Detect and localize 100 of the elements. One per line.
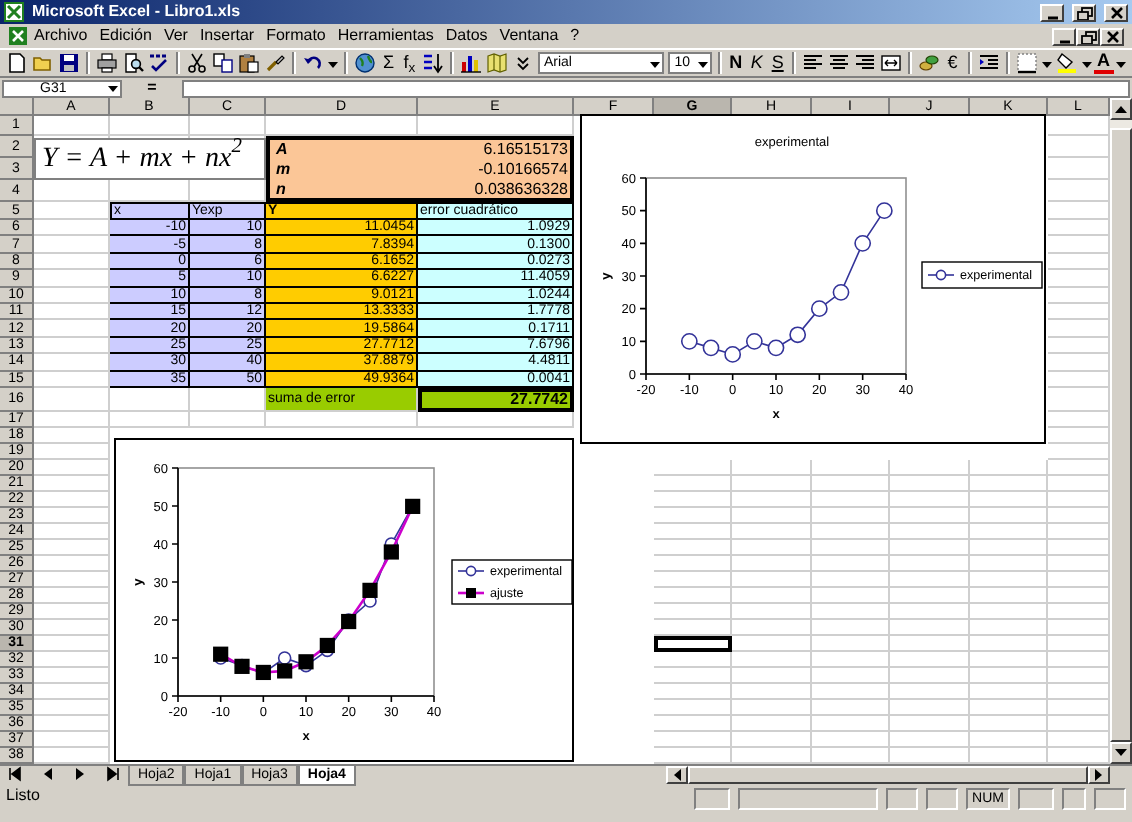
- menu-item[interactable]: Datos: [439, 24, 494, 48]
- empty-cell[interactable]: [732, 507, 812, 524]
- restore-button[interactable]: [1076, 27, 1100, 45]
- print-preview-icon[interactable]: [122, 52, 144, 74]
- empty-cell[interactable]: [812, 699, 890, 716]
- coins-icon[interactable]: [918, 52, 941, 74]
- empty-cell[interactable]: [654, 619, 732, 636]
- caret-icon[interactable]: [1114, 57, 1129, 69]
- menu-item[interactable]: Edición: [93, 24, 158, 48]
- empty-cell[interactable]: [890, 731, 970, 748]
- empty-cell[interactable]: [970, 491, 1048, 508]
- empty-cell[interactable]: [654, 747, 732, 764]
- empty-cell[interactable]: [890, 667, 970, 684]
- empty-cell[interactable]: [732, 747, 812, 764]
- empty-cell[interactable]: [732, 699, 812, 716]
- empty-cell[interactable]: [812, 587, 890, 604]
- empty-cell[interactable]: [732, 603, 812, 620]
- empty-cell[interactable]: [970, 459, 1048, 476]
- empty-cell[interactable]: [890, 571, 970, 588]
- toolbar-button[interactable]: f$_{x}$: [398, 52, 420, 74]
- toolbar-button[interactable]: €: [942, 52, 964, 74]
- empty-cell[interactable]: [812, 731, 890, 748]
- menu-item[interactable]: Herramientas: [331, 24, 440, 48]
- clipboard-icon[interactable]: [238, 52, 260, 74]
- menu-item[interactable]: Ver: [157, 24, 194, 48]
- empty-cell[interactable]: [970, 731, 1048, 748]
- menu-item[interactable]: Formato: [260, 24, 332, 48]
- scroll-left-button[interactable]: [666, 766, 688, 784]
- empty-cell[interactable]: [654, 587, 732, 604]
- empty-cell[interactable]: [812, 603, 890, 620]
- first-sheet-icon[interactable]: [8, 766, 24, 782]
- empty-cell[interactable]: [418, 411, 574, 428]
- empty-cell[interactable]: [970, 651, 1048, 668]
- empty-cell[interactable]: [812, 491, 890, 508]
- empty-cell[interactable]: [970, 699, 1048, 716]
- align-center-icon[interactable]: [828, 52, 851, 74]
- empty-cell[interactable]: [654, 491, 732, 508]
- formula-input-field[interactable]: [182, 79, 1130, 97]
- empty-cell[interactable]: [970, 475, 1048, 492]
- close-button[interactable]: [1100, 27, 1124, 45]
- empty-cell[interactable]: [812, 523, 890, 540]
- empty-cell[interactable]: [732, 587, 812, 604]
- empty-cell[interactable]: [654, 731, 732, 748]
- more-options-icon[interactable]: [511, 52, 534, 74]
- empty-cell[interactable]: [190, 116, 266, 136]
- empty-cell[interactable]: [732, 667, 812, 684]
- caret-icon[interactable]: [326, 57, 340, 69]
- copy-icon[interactable]: [212, 52, 234, 74]
- empty-cell[interactable]: [890, 587, 970, 604]
- indent-icon[interactable]: [977, 52, 1000, 74]
- empty-cell[interactable]: [812, 683, 890, 700]
- empty-cell[interactable]: [890, 747, 970, 764]
- scroll-up-button[interactable]: [1110, 98, 1132, 120]
- select-all-button[interactable]: [0, 98, 34, 116]
- last-sheet-icon[interactable]: [104, 766, 120, 782]
- empty-cell[interactable]: [654, 699, 732, 716]
- empty-cell[interactable]: [812, 555, 890, 572]
- empty-cell[interactable]: [970, 683, 1048, 700]
- empty-cell[interactable]: [970, 619, 1048, 636]
- selected-cell[interactable]: [654, 636, 732, 652]
- scroll-down-button[interactable]: [1110, 742, 1132, 764]
- horizontal-scroll-thumb[interactable]: [688, 766, 1088, 784]
- empty-cell[interactable]: [970, 715, 1048, 732]
- empty-cell[interactable]: [732, 459, 812, 476]
- empty-cell[interactable]: [812, 635, 890, 652]
- scissors-icon[interactable]: [186, 52, 208, 74]
- empty-cell[interactable]: [812, 571, 890, 588]
- empty-cell[interactable]: [654, 683, 732, 700]
- empty-cell[interactable]: [732, 683, 812, 700]
- empty-cell[interactable]: [890, 619, 970, 636]
- empty-cell[interactable]: [732, 539, 812, 556]
- save-icon[interactable]: [58, 52, 80, 74]
- caret-icon[interactable]: [1079, 57, 1094, 69]
- spellcheck-icon[interactable]: [148, 52, 170, 74]
- empty-cell[interactable]: [812, 475, 890, 492]
- empty-cell[interactable]: [812, 539, 890, 556]
- empty-cell[interactable]: [654, 651, 732, 668]
- align-right-icon[interactable]: [854, 52, 877, 74]
- new-file-icon[interactable]: [6, 52, 28, 74]
- empty-cell[interactable]: [732, 571, 812, 588]
- empty-cell[interactable]: [970, 603, 1048, 620]
- empty-cell[interactable]: [654, 715, 732, 732]
- menu-item[interactable]: Archivo: [28, 24, 94, 48]
- empty-cell[interactable]: [732, 475, 812, 492]
- merge-cells-icon[interactable]: [880, 52, 903, 74]
- empty-cell[interactable]: [654, 507, 732, 524]
- toolbar-button[interactable]: Σ: [378, 52, 399, 74]
- fill-bucket-icon[interactable]: [1055, 52, 1078, 74]
- menu-item[interactable]: ?: [564, 24, 586, 48]
- empty-cell[interactable]: [812, 715, 890, 732]
- empty-cell[interactable]: [812, 507, 890, 524]
- empty-cell[interactable]: [890, 491, 970, 508]
- empty-cell[interactable]: [970, 523, 1048, 540]
- empty-cell[interactable]: [970, 667, 1048, 684]
- empty-cell[interactable]: [654, 539, 732, 556]
- empty-cell[interactable]: [890, 475, 970, 492]
- menu-item[interactable]: Ventana: [493, 24, 565, 48]
- restore-button[interactable]: [1072, 3, 1096, 21]
- close-button[interactable]: [1104, 3, 1128, 21]
- scroll-right-button[interactable]: [1088, 766, 1110, 784]
